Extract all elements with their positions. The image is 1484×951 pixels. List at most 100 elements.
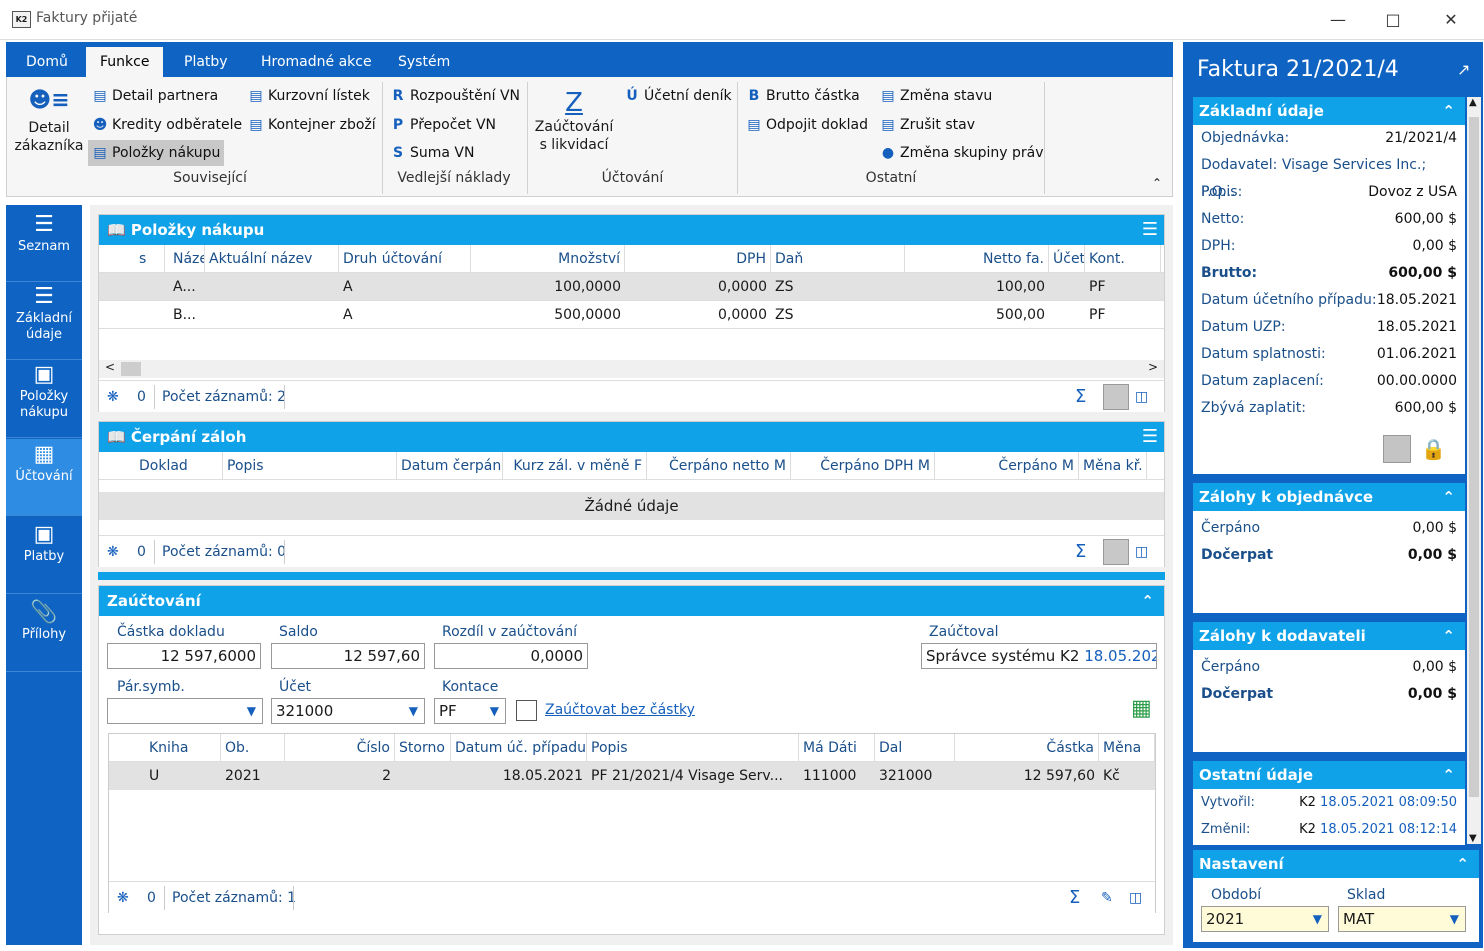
- kredity-button[interactable]: ☻ Kredity odběratele: [88, 112, 246, 138]
- tab-funkce[interactable]: Funkce: [86, 47, 164, 77]
- col-cerpano-netto[interactable]: Čerpáno netto M: [647, 452, 791, 480]
- zauctoval-field[interactable]: Správce systému K2 18.05.2021: [921, 643, 1157, 669]
- table-row[interactable]: U 2021 2 18.05.2021 PF 21/2021/4 Visage …: [109, 762, 1155, 790]
- scroll-left-icon[interactable]: <: [105, 360, 115, 374]
- add-record-icon[interactable]: ◫: [1135, 536, 1148, 568]
- kontace-select[interactable]: PF ▼: [434, 698, 506, 724]
- col-netto-fa[interactable]: Netto fa.: [905, 245, 1049, 273]
- table-row[interactable]: A... A 100,0000 0,0000 ZS 100,00 PF: [99, 273, 1164, 301]
- table-row[interactable]: B... A 500,0000 0,0000 ZS 500,00 PF: [99, 301, 1164, 329]
- pencil-icon[interactable]: ✎: [1101, 882, 1113, 914]
- popout-icon[interactable]: ↗: [1457, 60, 1470, 79]
- hamburger-icon[interactable]: ☰: [1142, 215, 1158, 245]
- col-nazev[interactable]: Náze: [169, 245, 205, 273]
- col-s[interactable]: s: [135, 245, 165, 273]
- col-aktualni-nazev[interactable]: Aktuální název: [205, 245, 339, 273]
- nav-zakladni-udaje[interactable]: ☰ Základní údaje: [6, 283, 82, 360]
- polozky-nakupu-button[interactable]: ▤ Položky nákupu: [88, 140, 225, 166]
- col-datum-cerpani[interactable]: Datum čerpání: [397, 452, 503, 480]
- col-ma-dati[interactable]: Má Dáti: [799, 734, 875, 762]
- col-dph[interactable]: DPH: [625, 245, 771, 273]
- hamburger-icon[interactable]: ☰: [1142, 422, 1158, 452]
- right-scrollbar[interactable]: ▲ ▼: [1467, 97, 1481, 844]
- asterisk-icon[interactable]: ❋: [107, 536, 119, 568]
- chevron-down-icon[interactable]: ▼: [1313, 907, 1322, 931]
- collapse-icon[interactable]: ⌃: [1442, 761, 1455, 789]
- kontejner-button[interactable]: ▤ Kontejner zboží: [244, 112, 380, 138]
- sum-icon[interactable]: Σ: [1075, 536, 1086, 568]
- col-cislo[interactable]: Číslo: [285, 734, 395, 762]
- minimize-button[interactable]: —: [1316, 6, 1360, 34]
- collapse-icon[interactable]: ⌃: [1442, 97, 1455, 125]
- scroll-thumb[interactable]: [1469, 117, 1479, 797]
- col-mnozstvi[interactable]: Množství: [471, 245, 625, 273]
- col-ucet[interactable]: Účet: [1049, 245, 1085, 273]
- tab-platby[interactable]: Platby: [170, 42, 242, 77]
- col-mena[interactable]: Měna: [1099, 734, 1155, 762]
- col-kurz[interactable]: Kurz zál. v měně F: [503, 452, 647, 480]
- sum-icon[interactable]: Σ: [1069, 882, 1080, 914]
- zauctovani-likvidaci-button[interactable]: Z Zaúčtování s likvidací: [534, 88, 614, 154]
- collapse-icon[interactable]: ⌃: [1442, 622, 1455, 650]
- zmena-skupiny-button[interactable]: ● Změna skupiny práv: [876, 140, 1047, 166]
- col-storno[interactable]: Storno: [395, 734, 451, 762]
- collapse-icon[interactable]: ⌃: [1456, 850, 1469, 878]
- detail-zakaznika-button[interactable]: ☻≡ Detail zákazníka: [14, 88, 84, 155]
- asterisk-icon[interactable]: ❋: [107, 381, 119, 413]
- edit-icon[interactable]: [1103, 539, 1129, 565]
- calculator-icon[interactable]: ▦: [1131, 696, 1152, 721]
- zmena-stavu-button[interactable]: ▤ Změna stavu: [876, 83, 996, 109]
- ucet-select[interactable]: 321000 ▼: [271, 698, 425, 724]
- odpojit-button[interactable]: ▤ Odpojit doklad: [742, 112, 872, 138]
- rozdil-field[interactable]: 0,0000: [434, 643, 588, 669]
- col-datum-uc[interactable]: Datum úč. případu: [451, 734, 587, 762]
- horizontal-scrollbar[interactable]: < >: [99, 360, 1164, 378]
- add-record-icon[interactable]: ◫: [1135, 381, 1148, 413]
- col-popis[interactable]: Popis: [587, 734, 799, 762]
- scroll-up-icon[interactable]: ▲: [1469, 97, 1477, 108]
- collapse-icon[interactable]: ⌃: [1442, 483, 1455, 511]
- nav-prilohy[interactable]: 📎 Přílohy: [6, 595, 82, 672]
- tab-domu[interactable]: Domů: [12, 42, 82, 77]
- sklad-select[interactable]: MAT ▼: [1338, 906, 1466, 932]
- chevron-down-icon[interactable]: ▼: [409, 699, 418, 723]
- saldo-field[interactable]: 12 597,60: [271, 643, 425, 669]
- lock-icon[interactable]: 🔒: [1421, 437, 1446, 461]
- add-record-icon[interactable]: ◫: [1129, 882, 1142, 914]
- col-cerpano-dph[interactable]: Čerpáno DPH M: [791, 452, 935, 480]
- bez-castky-label[interactable]: Zaúčtovat bez částky: [545, 702, 695, 718]
- bez-castky-checkbox[interactable]: [516, 700, 537, 721]
- nav-platby[interactable]: ▣ Platby: [6, 517, 82, 594]
- collapse-ribbon-icon[interactable]: ⌃: [1152, 176, 1162, 190]
- suma-button[interactable]: S Suma VN: [386, 140, 478, 166]
- parsymb-select[interactable]: ▼: [107, 698, 263, 724]
- col-doklad[interactable]: Doklad: [135, 452, 223, 480]
- rozpousteni-button[interactable]: R Rozpouštění VN: [386, 83, 524, 109]
- edit-icon[interactable]: [1103, 384, 1129, 410]
- col-ob[interactable]: Ob.: [221, 734, 285, 762]
- tab-hromadne-akce[interactable]: Hromadné akce: [247, 42, 386, 77]
- asterisk-icon[interactable]: ❋: [117, 882, 129, 914]
- kurzovni-listek-button[interactable]: ▤ Kurzovní lístek: [244, 83, 374, 109]
- collapse-icon[interactable]: ⌃: [1141, 586, 1154, 616]
- brutto-button[interactable]: B Brutto částka: [742, 83, 864, 109]
- nav-seznam[interactable]: ☰ Seznam: [6, 205, 82, 282]
- col-kont[interactable]: Kont.: [1085, 245, 1161, 273]
- scroll-right-icon[interactable]: >: [1148, 360, 1158, 374]
- ucetni-denik-button[interactable]: Ú Účetní deník: [620, 83, 736, 109]
- detail-partnera-button[interactable]: ▤ Detail partnera: [88, 83, 222, 109]
- col-dan[interactable]: Daň: [771, 245, 905, 273]
- col-dal[interactable]: Dal: [875, 734, 955, 762]
- chevron-down-icon[interactable]: ▼: [247, 699, 256, 723]
- nav-polozky-nakupu[interactable]: ▣ Položky nákupu: [6, 361, 82, 438]
- castka-field[interactable]: 12 597,6000: [107, 643, 261, 669]
- scroll-down-icon[interactable]: ▼: [1469, 833, 1477, 844]
- scroll-thumb[interactable]: [121, 362, 141, 376]
- status-box[interactable]: [1383, 435, 1411, 463]
- col-kniha[interactable]: Kniha: [145, 734, 221, 762]
- col-popis[interactable]: Popis: [223, 452, 397, 480]
- close-button[interactable]: ✕: [1429, 6, 1473, 34]
- col-castka[interactable]: Částka: [955, 734, 1099, 762]
- splitter[interactable]: [98, 572, 1165, 580]
- col-druh-uctovani[interactable]: Druh účtování: [339, 245, 471, 273]
